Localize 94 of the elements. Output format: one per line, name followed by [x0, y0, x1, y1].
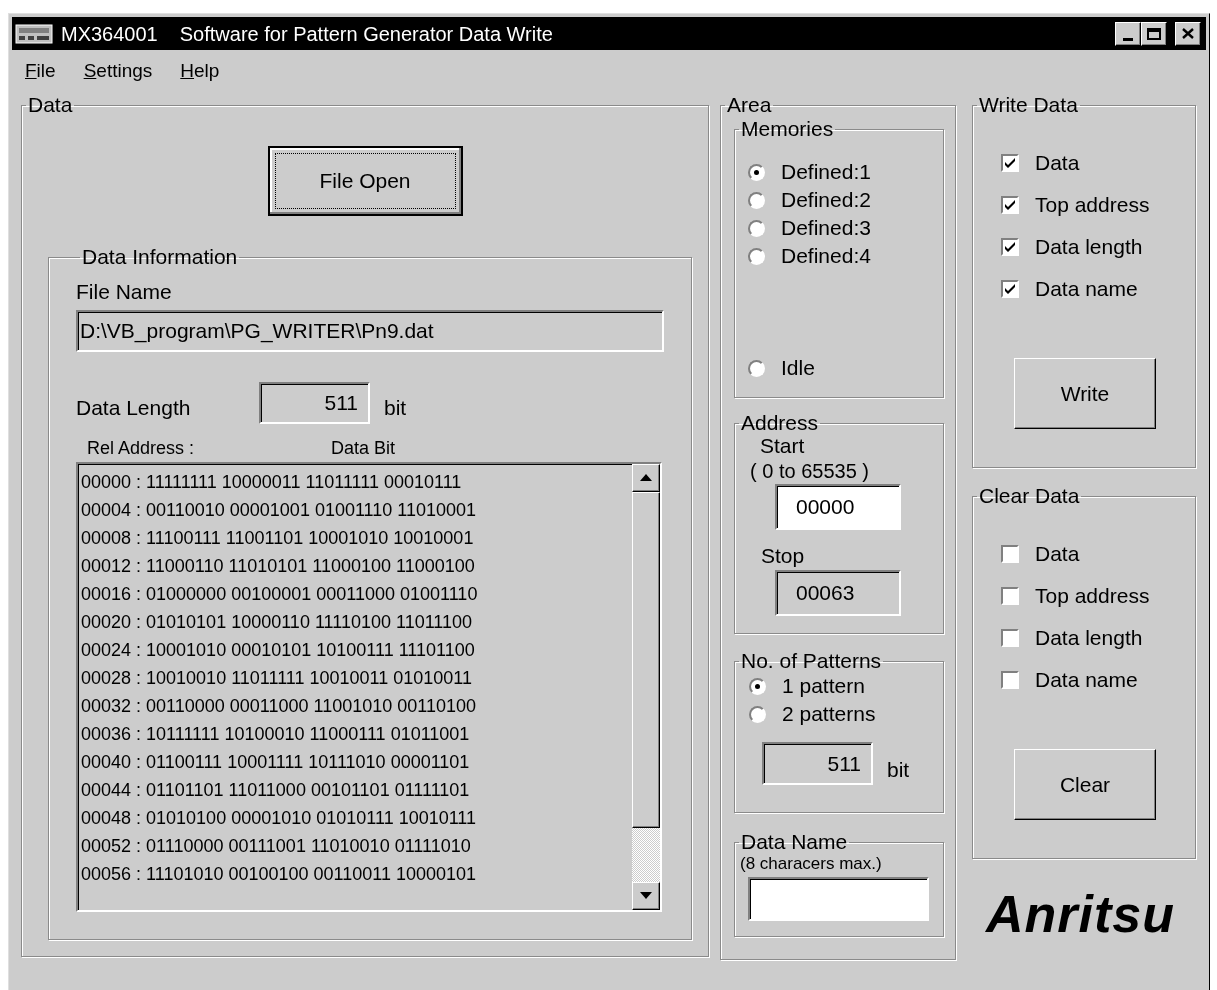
range-label: ( 0 to 65535 ) — [749, 459, 870, 484]
maximize-icon — [1147, 27, 1161, 40]
down-arrow-icon — [640, 892, 652, 899]
radio-button[interactable] — [749, 705, 766, 723]
checkbox[interactable] — [1001, 587, 1019, 605]
column-header: Data Bit — [331, 437, 396, 460]
brand-logo: Anritsu — [986, 887, 1176, 941]
text-field[interactable]: D:\VB_program\PG_WRITER\Pn9.dat — [76, 309, 664, 352]
minimize-icon — [1123, 37, 1133, 41]
radio-label: Defined:1 — [781, 159, 871, 186]
data-row-text: 00048 : 01010100 00001010 01010111 10010111 — [81, 806, 478, 830]
data-row-text: 00028 : 10010010 11011111 10010011 01010011 — [81, 666, 474, 690]
check-icon — [1004, 199, 1016, 211]
checkbox[interactable] — [1001, 280, 1019, 298]
radio-label: Idle — [781, 355, 815, 382]
data-row-text: 00056 : 11101010 00100100 00110011 10000101 — [81, 862, 478, 886]
text-field[interactable]: 511 — [762, 742, 873, 786]
data-row-text: 00044 : 01101101 11011000 00101101 01111101 — [81, 778, 471, 802]
menu-item[interactable]: Settings — [83, 56, 153, 86]
checkbox-label: Data length — [1035, 234, 1143, 261]
field-label: Start — [759, 434, 806, 458]
menu-item[interactable]: Help — [180, 56, 220, 86]
radio-button[interactable] — [748, 191, 765, 209]
checkbox-label: Data length — [1035, 625, 1143, 652]
window-title: MX364001 — [61, 21, 158, 47]
data-row-text: 00020 : 01010101 10000110 11110100 11011100 — [81, 610, 474, 634]
data-row-text: 00052 : 01110000 00111001 11010010 01111010 — [81, 834, 472, 858]
group-label: Data Name — [740, 831, 849, 853]
checkbox-label: Data name — [1035, 667, 1138, 694]
group-label: Memories — [740, 118, 835, 140]
text-field[interactable]: 00063 — [775, 570, 901, 616]
hint-label: (8 characers max.) — [739, 853, 883, 875]
unit-label: bit — [887, 757, 910, 783]
data-row-text: 00024 : 10001010 00010101 10100111 11101100 — [81, 638, 476, 662]
data-row-text: 00012 : 11000110 11010101 11000100 11000100 — [81, 554, 476, 578]
group-label: No. of Patterns — [740, 650, 883, 672]
text-field[interactable]: 511 — [259, 381, 370, 424]
radio-label: Defined:3 — [781, 215, 871, 242]
checkbox-label: Data name — [1035, 276, 1138, 303]
group-label: Data — [27, 94, 74, 116]
check-icon — [1004, 283, 1016, 295]
radio-button[interactable] — [748, 359, 765, 377]
group-label: Area — [726, 94, 773, 116]
maximize-button[interactable] — [1141, 21, 1167, 46]
group-label: Address — [740, 412, 820, 434]
data-row-text: 00000 : 11111111 10000011 11011111 00010111 — [81, 470, 463, 494]
radio-button[interactable] — [748, 247, 765, 265]
file-open-button[interactable]: File Open — [267, 146, 463, 216]
check-icon — [1004, 241, 1016, 253]
checkbox[interactable] — [1001, 629, 1019, 647]
data-name-field[interactable] — [748, 877, 929, 921]
scroll-down-button[interactable] — [632, 881, 660, 910]
radio-label: 2 patterns — [782, 701, 876, 728]
group-label: Write Data — [978, 94, 1079, 116]
scroll-up-button[interactable] — [632, 463, 660, 492]
data-row-text: 00004 : 00110010 00001001 01001110 11010001 — [81, 498, 478, 522]
group-label: Data Information — [81, 246, 239, 268]
column-header: Rel Address : — [87, 437, 196, 460]
menu-item[interactable]: File — [25, 56, 56, 86]
radio-label: Defined:2 — [781, 187, 871, 214]
checkbox[interactable] — [1001, 545, 1019, 563]
checkbox[interactable] — [1001, 671, 1019, 689]
check-icon — [1004, 157, 1016, 169]
data-row-text: 00032 : 00110000 00011000 11001010 00110100 — [81, 694, 478, 718]
checkbox-label: Data — [1035, 541, 1080, 568]
text-field[interactable]: 00000 — [775, 484, 901, 530]
radio-label: 1 pattern — [782, 673, 865, 700]
radio-label: Defined:4 — [781, 243, 871, 270]
up-arrow-icon — [640, 474, 652, 481]
close-button[interactable] — [1175, 21, 1201, 46]
write-button[interactable]: Write — [1014, 358, 1156, 429]
unit-label: bit — [384, 394, 407, 421]
radio-button[interactable] — [749, 677, 766, 695]
field-label: Stop — [760, 544, 806, 568]
checkbox[interactable] — [1001, 196, 1019, 214]
data-row-text: 00040 : 01100111 10001111 10111010 00001101 — [81, 750, 471, 774]
checkbox-label: Top address — [1035, 583, 1150, 610]
clear-button[interactable]: Clear — [1014, 749, 1156, 820]
data-row-text: 00008 : 11100111 11001101 10001010 10010001 — [81, 526, 475, 550]
data-row-text: 00036 : 10111111 10100010 11000111 01011001 — [81, 722, 471, 746]
window-title: Software for Pattern Generator Data Write — [179, 21, 553, 47]
app-icon — [15, 22, 53, 45]
radio-button[interactable] — [748, 163, 765, 181]
checkbox[interactable] — [1001, 154, 1019, 172]
minimize-button[interactable] — [1115, 21, 1141, 46]
field-label: Data Length — [76, 394, 192, 421]
close-icon — [1182, 28, 1194, 39]
radio-button[interactable] — [748, 219, 765, 237]
data-row-text: 00016 : 01000000 00100001 00011000 01001110 — [81, 582, 479, 606]
checkbox[interactable] — [1001, 238, 1019, 256]
field-label: File Name — [76, 279, 173, 305]
checkbox-label: Data — [1035, 150, 1080, 177]
checkbox-label: Top address — [1035, 192, 1150, 219]
group-label: Clear Data — [978, 485, 1081, 507]
